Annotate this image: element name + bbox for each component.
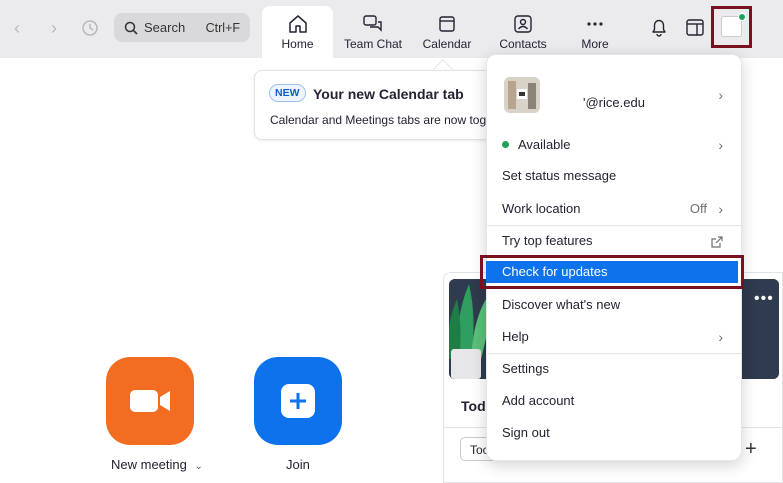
video-camera-icon [130,390,170,412]
chat-icon [363,15,382,32]
presence-dot [738,13,746,21]
new-meeting-label[interactable]: New meeting ⌄ [111,457,203,472]
available-status-icon [502,141,509,149]
card-add-icon[interactable]: + [745,438,757,461]
banner-text: Calendar and Meetings tabs are now toge [270,113,493,127]
contacts-icon [514,15,532,33]
chevron-down-icon: ⌄ [194,461,203,472]
bell-icon[interactable] [648,16,670,38]
tab-home[interactable]: Home [262,6,333,58]
join-button[interactable] [254,357,342,445]
menu-status[interactable]: Available › [487,130,741,160]
card-today-title: Tod [461,398,486,414]
plus-icon [281,384,315,418]
search-label: Search [144,20,186,35]
work-location-value: Off [689,201,707,216]
tab-calendar[interactable]: Calendar [418,6,476,58]
menu-set-status-message[interactable]: Set status message [487,161,741,191]
tab-calendar-label: Calendar [422,37,472,51]
menu-add-account[interactable]: Add account [487,386,741,416]
profile-avatar-button[interactable] [711,6,752,48]
tab-contacts-label: Contacts [499,37,547,51]
calendar-icon [439,16,455,32]
chevron-right-icon: › [718,329,723,345]
tab-more-label: More [581,37,609,51]
menu-check-for-updates[interactable]: Check for updates [486,261,738,283]
tab-contacts[interactable]: Contacts [496,6,550,58]
card-more-icon[interactable]: ••• [754,290,774,308]
tab-team-chat[interactable]: Team Chat [340,6,406,58]
search-shortcut: Ctrl+F [205,20,240,35]
new-badge: NEW [269,84,306,102]
menu-help[interactable]: Help › [487,322,741,352]
menu-sign-out[interactable]: Sign out [487,418,741,448]
calendar-tab-banner: NEW Your new Calendar tab Calendar and M… [254,70,504,140]
profile-chevron-icon[interactable]: › [718,87,723,103]
profile-picture [504,77,540,113]
forward-arrow-icon[interactable]: › [44,17,64,39]
back-arrow-icon[interactable]: ‹ [7,17,27,39]
tab-more[interactable]: More [572,6,618,58]
join-label: Join [286,457,310,472]
chevron-right-icon: › [718,137,723,153]
external-link-icon [711,226,723,256]
more-icon [587,22,603,26]
profile-email: '@rice.edu [583,95,645,110]
menu-work-location[interactable]: Work location Off › [487,194,741,224]
calendar-panel-icon[interactable] [684,16,706,38]
banner-title: Your new Calendar tab [313,86,464,102]
home-icon [288,15,307,33]
search-box[interactable]: Search Ctrl+F [114,13,250,42]
menu-discover-whats-new[interactable]: Discover what's new [487,290,741,320]
menu-settings[interactable]: Settings [487,354,741,384]
top-bar: ‹ › Search Ctrl+F Home Team Chat Calenda… [0,0,783,58]
check-for-updates-highlight: Check for updates [480,255,744,289]
search-icon [124,21,138,35]
chevron-right-icon: › [718,201,723,217]
tab-team-chat-label: Team Chat [343,37,403,51]
history-icon[interactable] [80,17,100,39]
new-meeting-button[interactable] [106,357,194,445]
tab-home-label: Home [281,37,314,51]
menu-try-top-features[interactable]: Try top features [487,226,741,256]
